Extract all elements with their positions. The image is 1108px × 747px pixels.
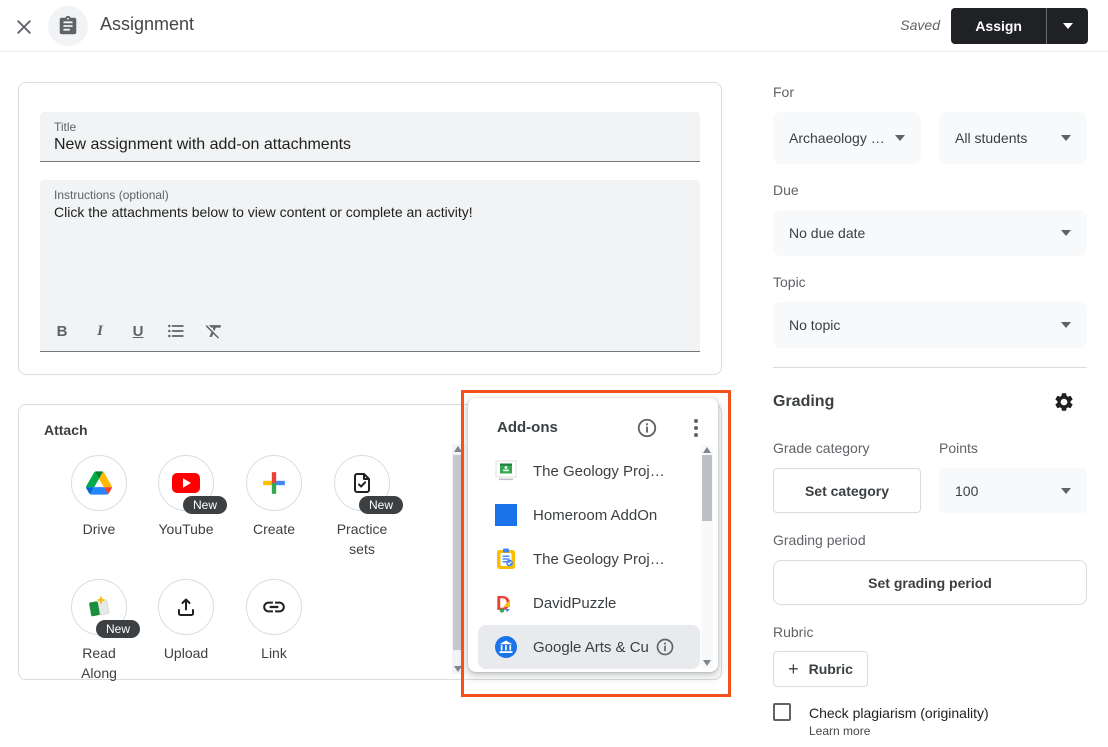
plus-icon: + [788,659,799,680]
scroll-down-icon[interactable] [703,660,711,666]
sidebar-divider [773,367,1087,368]
attach-youtube-button[interactable]: New YouTube [142,455,230,539]
addons-panel: Add-ons The Geology Proj… Ho [468,398,718,672]
saved-status: Saved [900,17,940,33]
bold-button[interactable]: B [50,319,74,343]
assignment-clipboard-icon [57,15,79,37]
read-along-icon [86,594,112,620]
scroll-down-icon[interactable] [454,666,462,672]
attach-upload-button[interactable]: Upload [142,579,230,663]
assignment-type-avatar [48,6,88,46]
attach-drive-button[interactable]: Drive [55,455,143,539]
top-bar: Assignment Saved Assign [0,0,1108,52]
addons-overflow-menu-icon[interactable] [688,417,704,439]
addon-item-davidpuzzle[interactable]: D DavidPuzzle [468,581,700,625]
add-rubric-button[interactable]: + Rubric [773,651,868,687]
create-plus-icon [261,470,287,496]
instructions-field-value[interactable]: Click the attachments below to view cont… [40,202,700,220]
assign-split-button: Assign [951,8,1088,44]
grading-heading: Grading [773,393,834,411]
clear-formatting-icon [204,321,224,341]
points-label: Points [939,440,978,456]
class-select[interactable]: Archaeology … [773,112,921,164]
assign-dropdown-button[interactable] [1047,8,1088,44]
addons-info-icon[interactable] [636,417,658,439]
grade-category-label: Grade category [773,440,870,456]
instructions-field-label: Instructions (optional) [40,180,700,202]
due-date-select[interactable]: No due date [773,210,1087,256]
youtube-new-badge: New [183,496,227,514]
addons-scrollbar[interactable] [701,445,713,668]
assign-button[interactable]: Assign [951,8,1047,44]
attach-read-along-button[interactable]: New Read Along [55,579,143,683]
attach-section-label: Attach [44,422,88,438]
close-icon[interactable] [14,17,34,37]
youtube-icon [172,473,200,493]
chevron-down-icon [1061,322,1071,328]
upload-icon [174,595,198,619]
scrollbar-thumb[interactable] [702,455,712,521]
due-label: Due [773,182,799,198]
addons-title: Add-ons [497,419,558,436]
scroll-up-icon[interactable] [454,446,462,452]
link-icon [261,594,287,620]
gear-icon[interactable] [1053,391,1075,413]
topic-select[interactable]: No topic [773,302,1087,348]
plagiarism-label: Check plagiarism (originality) [809,705,989,721]
instructions-field[interactable]: Instructions (optional) Click the attach… [40,180,700,352]
chevron-down-icon [1061,230,1071,236]
plagiarism-checkbox[interactable] [773,703,791,721]
clipboard-check-icon [495,548,517,570]
addon-item-geology-2[interactable]: The Geology Proj… [468,537,700,581]
students-select[interactable]: All students [939,112,1087,164]
set-grading-period-button[interactable]: Set grading period [773,560,1087,605]
read-along-new-badge: New [96,620,140,638]
chevron-down-icon [895,135,905,141]
addon-item-homeroom[interactable]: Homeroom AddOn [468,493,700,537]
points-select[interactable]: 100 [939,468,1087,513]
grading-period-label: Grading period [773,532,866,548]
addon-info-icon[interactable] [655,637,675,657]
for-label: For [773,84,794,100]
page-title: Assignment [100,14,194,35]
addon-item-arts-culture[interactable]: Google Arts & Cu [478,625,700,669]
davidpuzzle-icon: D [495,592,517,614]
rubric-label: Rubric [773,624,813,640]
title-field-value[interactable]: New assignment with add-on attachments [40,134,700,154]
attach-create-button[interactable]: Create [230,455,318,539]
addon-item-geology-1[interactable]: The Geology Proj… [468,449,700,493]
chevron-down-icon [1061,135,1071,141]
set-category-button[interactable]: Set category [773,468,921,513]
title-field[interactable]: Title New assignment with add-on attachm… [40,112,700,162]
blue-square-icon [495,504,517,526]
scrollbar-thumb[interactable] [453,455,463,650]
bulleted-list-icon [166,321,186,341]
chevron-down-icon [1063,23,1073,29]
assignment-form-card: Title New assignment with add-on attachm… [18,82,722,375]
attach-practice-sets-button[interactable]: New Practice sets [318,455,406,559]
italic-button[interactable]: I [88,319,112,343]
formatting-toolbar: B I U [50,319,226,343]
topic-label: Topic [773,274,806,290]
scroll-up-icon[interactable] [703,447,711,453]
assignment-dialog: Assignment Saved Assign Title New assign… [0,0,1108,747]
arts-culture-icon [495,636,517,658]
practice-sets-new-badge: New [359,496,403,514]
drive-icon [86,471,112,495]
attach-scrollbar[interactable] [452,444,465,674]
practice-sets-icon [350,471,374,495]
underline-button[interactable]: U [126,319,150,343]
chevron-down-icon [1061,488,1071,494]
learn-more-link[interactable]: Learn more [809,724,870,738]
attach-link-button[interactable]: Link [230,579,318,663]
clear-formatting-button[interactable] [202,319,226,343]
classroom-thumbnail-icon [495,460,517,482]
bulleted-list-button[interactable] [164,319,188,343]
title-field-label: Title [40,112,700,134]
